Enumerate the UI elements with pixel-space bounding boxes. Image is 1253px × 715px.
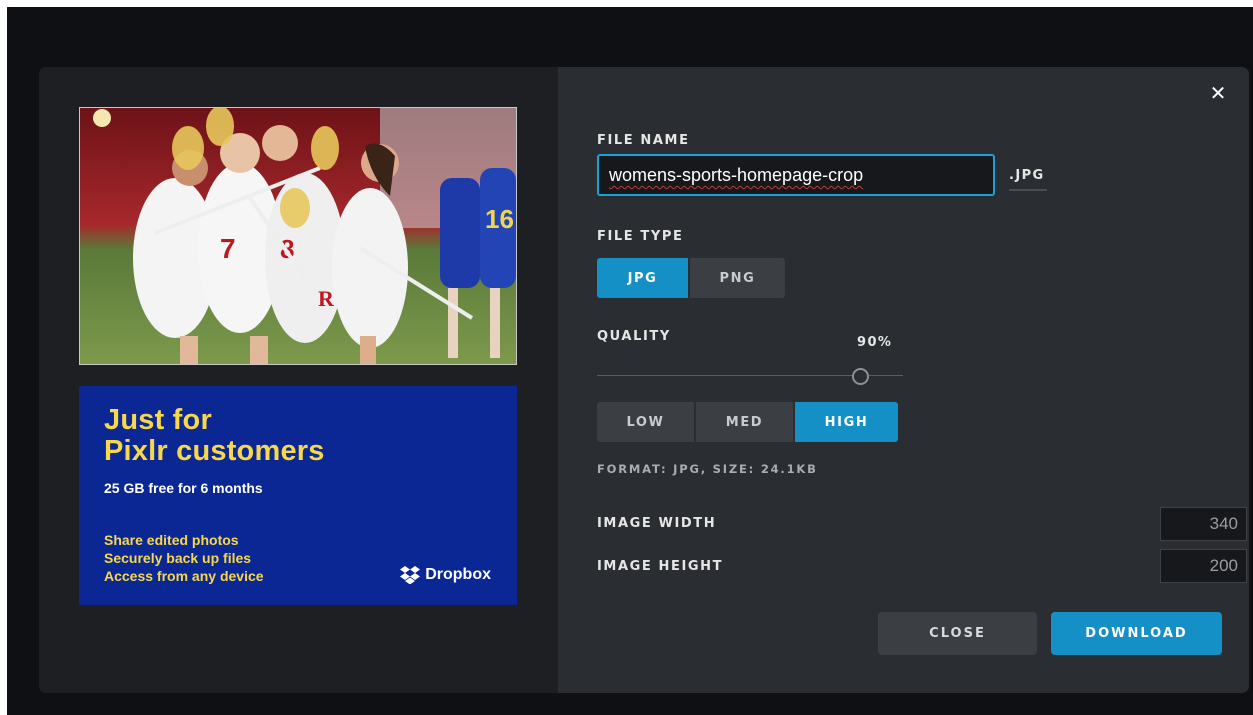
svg-text:R: R [318, 286, 335, 311]
quality-preset-toggle: LOW MED HIGH [597, 402, 898, 442]
ad-headline-line-2: Pixlr customers [104, 435, 325, 467]
image-width-label: IMAGE WIDTH [597, 516, 717, 531]
file-type-toggle: JPG PNG [597, 258, 785, 298]
image-width-input[interactable]: 340 [1160, 507, 1247, 541]
ad-bullet: Share edited photos [104, 532, 239, 548]
dropbox-icon [400, 566, 421, 584]
image-height-label: IMAGE HEIGHT [597, 559, 724, 574]
ad-headline-line-1: Just for [104, 404, 212, 436]
ad-subtext: 25 GB free for 6 months [104, 480, 263, 496]
quality-label: QUALITY [597, 329, 671, 344]
file-type-label: FILE TYPE [597, 229, 684, 244]
preview-pane: 16 7 8 R [39, 67, 558, 693]
close-button[interactable]: CLOSE [878, 612, 1037, 655]
ad-bullet: Access from any device [104, 568, 264, 584]
download-button[interactable]: DOWNLOAD [1051, 612, 1222, 655]
quality-high-button[interactable]: HIGH [795, 402, 898, 442]
svg-text:7: 7 [220, 233, 236, 264]
close-icon[interactable]: ✕ [1209, 84, 1227, 104]
format-size-info: FORMAT: JPG, SIZE: 24.1KB [597, 462, 818, 476]
save-image-dialog: 16 7 8 R [39, 67, 1249, 693]
quality-med-button[interactable]: MED [696, 402, 793, 442]
dropbox-brand-text: Dropbox [425, 566, 491, 583]
ad-bullet: Securely back up files [104, 550, 252, 566]
quality-value: 90% [857, 335, 893, 350]
file-type-png-button[interactable]: PNG [690, 258, 785, 298]
file-name-input[interactable]: womens-sports-homepage-crop [597, 154, 995, 196]
export-settings-pane: ✕ FILE NAME womens-sports-homepage-crop … [558, 67, 1249, 693]
svg-text:16: 16 [485, 204, 514, 234]
file-extension: .JPG [1009, 168, 1047, 191]
dropbox-ad-banner[interactable]: Just for Pixlr customers 25 GB free for … [79, 386, 517, 605]
image-preview: 16 7 8 R [79, 107, 517, 365]
file-type-jpg-button[interactable]: JPG [597, 258, 688, 298]
dropbox-logo: Dropbox [399, 566, 491, 584]
quality-slider[interactable] [597, 367, 903, 387]
file-name-label: FILE NAME [597, 133, 690, 148]
preview-photo: 16 7 8 R [80, 108, 516, 364]
ad-bullet-list: Share edited photos Securely back up fil… [104, 531, 264, 585]
quality-slider-thumb[interactable] [852, 368, 869, 385]
ad-headline: Just for Pixlr customers [104, 405, 325, 467]
quality-low-button[interactable]: LOW [597, 402, 694, 442]
image-height-input[interactable]: 200 [1160, 549, 1247, 583]
